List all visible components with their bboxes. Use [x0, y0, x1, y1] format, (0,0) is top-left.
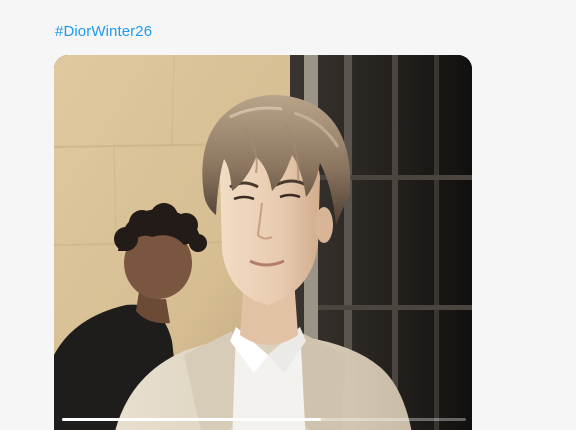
hashtag-link[interactable]: #DiorWinter26	[55, 22, 152, 42]
video-progress-track[interactable]	[62, 418, 466, 421]
video-player[interactable]	[54, 55, 472, 430]
video-progress-fill	[62, 418, 321, 421]
video-frame-image	[54, 55, 472, 430]
post-view: #DiorWinter26	[0, 0, 576, 430]
